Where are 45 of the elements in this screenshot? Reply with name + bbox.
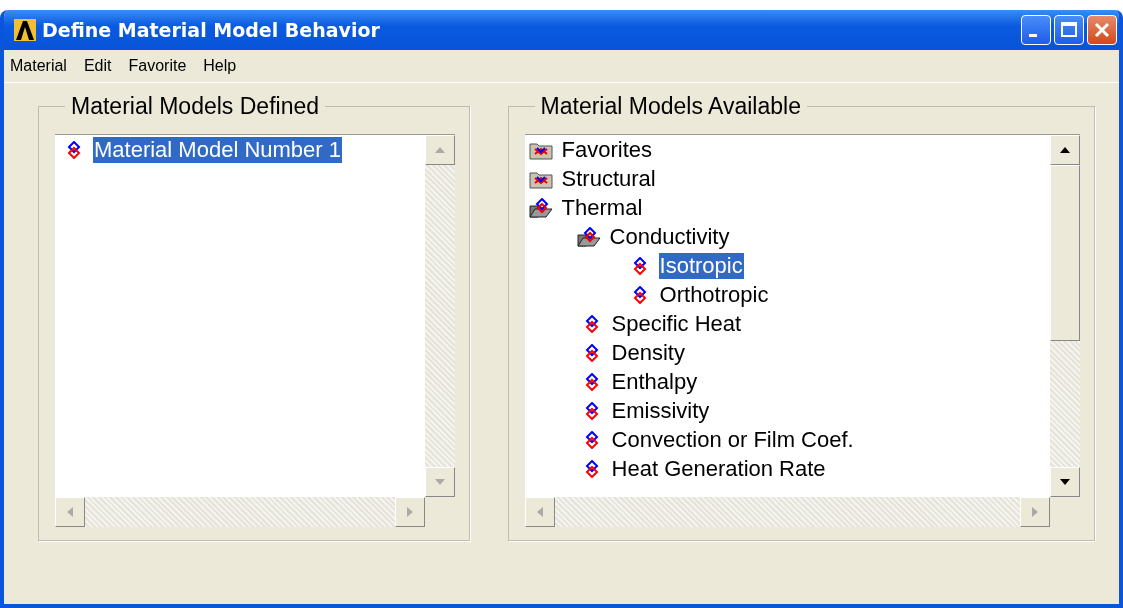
- scroll-up-icon[interactable]: [1060, 147, 1070, 153]
- scroll-down-icon[interactable]: [1060, 479, 1070, 485]
- scroll-left-icon[interactable]: [536, 507, 543, 517]
- tree-item[interactable]: Heat Generation Rate: [610, 455, 827, 482]
- close-icon: [1092, 20, 1112, 40]
- menu-item[interactable]: Edit: [83, 57, 112, 75]
- group-title: Material Models Available: [539, 93, 802, 120]
- menu-item[interactable]: Help: [203, 57, 237, 75]
- tree-item[interactable]: Emissivity: [610, 397, 711, 424]
- window-title: Define Material Model Behavior: [42, 19, 381, 41]
- diamond-icon: [632, 285, 647, 304]
- tree-item[interactable]: Structural: [560, 165, 657, 192]
- maximize-button[interactable]: [1054, 15, 1084, 45]
- diamond-icon: [584, 314, 599, 333]
- tree-item[interactable]: Specific Heat: [610, 310, 743, 337]
- close-button[interactable]: [1087, 15, 1117, 45]
- menu-item[interactable]: Material: [10, 57, 67, 75]
- vertical-scrollbar[interactable]: [1050, 135, 1080, 497]
- horizontal-scrollbar[interactable]: [524, 497, 1050, 527]
- group-title: Material Models Defined: [70, 93, 320, 120]
- diamond-icon: [67, 140, 81, 159]
- minimize-icon: [1029, 33, 1037, 37]
- tree-item[interactable]: Favorites: [560, 136, 654, 163]
- diamond-icon: [584, 343, 599, 362]
- maximize-icon: [1059, 20, 1079, 40]
- horizontal-scrollbar[interactable]: [55, 497, 425, 527]
- diamond-icon: [584, 430, 599, 449]
- diamond-icon: [584, 372, 599, 391]
- tree-item[interactable]: Convection or Film Coef.: [610, 426, 855, 453]
- tree-item[interactable]: Conductivity: [608, 223, 731, 250]
- tree-item[interactable]: Isotropic: [658, 252, 744, 279]
- tree-item[interactable]: Thermal: [560, 194, 644, 221]
- tree-item[interactable]: Orthotropic: [658, 281, 770, 308]
- diamond-icon: [632, 256, 647, 275]
- diamond-icon: [584, 401, 599, 420]
- diamond-icon: [584, 459, 599, 478]
- scroll-left-icon[interactable]: [67, 507, 73, 517]
- list-item[interactable]: Material Model Number 1: [93, 136, 342, 163]
- scroll-right-icon[interactable]: [406, 507, 413, 517]
- minimize-button[interactable]: [1021, 15, 1051, 45]
- tree-item[interactable]: Density: [610, 339, 686, 366]
- scroll-right-icon[interactable]: [1032, 507, 1038, 517]
- app-logo-icon: [14, 19, 36, 41]
- tree-item[interactable]: Enthalpy: [610, 368, 699, 395]
- menu-item[interactable]: Favorite: [128, 57, 187, 75]
